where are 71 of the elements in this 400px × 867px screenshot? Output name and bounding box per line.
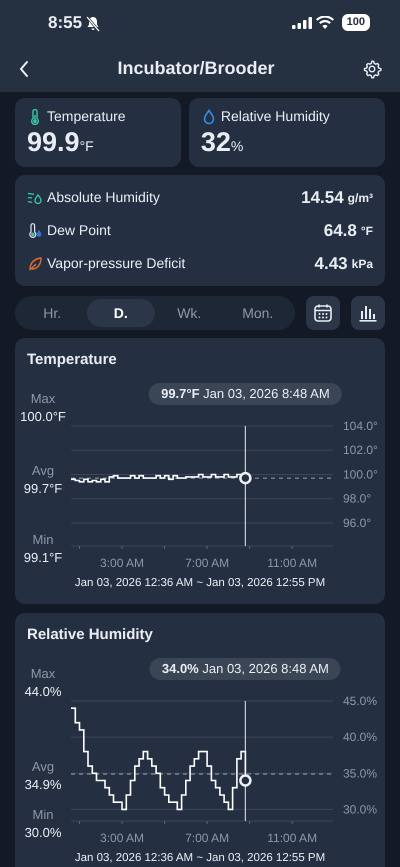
battery-indicator: 100 [342,14,370,31]
stat-label: Avg [32,463,54,478]
stat-value: 34.9% [24,777,62,792]
y-axis-label: 104.0° [343,419,378,433]
x-axis-label: 3:00 AM [100,831,144,845]
y-axis-label: 98.0° [343,492,372,506]
stat-label: Min [32,807,54,822]
bar-chart-icon [358,303,378,323]
stat-value: 100.0°F [20,409,66,424]
metric-value: 64.8 [324,220,357,242]
period-tab[interactable]: Hr. [18,299,86,327]
y-axis-label: 30.0% [343,802,378,816]
chart-title: Temperature [26,350,118,370]
bar-chart-button[interactable] [351,296,385,330]
stat-label: Min [32,532,54,547]
leaf-icon [27,256,43,272]
metric-label: Vapor-pressure Deficit [47,254,186,273]
metric-label: Dew Point [47,221,111,240]
chart-title: Relative Humidity [26,625,154,645]
x-axis-label: 11:00 AM [267,831,318,845]
y-axis-label: 40.0% [343,730,378,744]
cursor-marker [239,774,252,787]
metric-unit: kPa [352,256,373,272]
stat-value: 30.0% [24,825,62,840]
metric-label: Absolute Humidity [47,188,160,207]
screen-title: Incubator/Brooder [116,57,276,80]
signal-icon [292,16,312,28]
metric-unit: % [230,137,244,156]
stat-value: 99.1°F [24,550,62,565]
back-button[interactable] [18,60,30,78]
value-tooltip: 34.0% Jan 03, 2026 8:48 AM [150,658,341,680]
calendar-icon [313,303,333,323]
x-axis-label: 7:00 AM [185,831,230,845]
metric-label: Temperature [47,107,126,126]
thermometer-droplet-icon [27,222,43,238]
x-axis-label: 7:00 AM [185,556,230,570]
value-tooltip: 99.7°F Jan 03, 2026 8:48 AM [149,383,342,405]
droplet-icon [200,108,217,124]
metric-value: 14.54 [301,186,344,209]
stat-label: Max [30,391,56,406]
period-tab[interactable]: Wk. [155,299,224,327]
y-axis-label: 45.0% [343,694,378,708]
stat-value: 44.0% [24,684,62,699]
gear-icon [362,58,382,78]
period-tab[interactable]: D. [86,299,155,327]
chevron-left-icon [18,60,30,78]
y-axis-label: 35.0% [343,766,378,780]
metric-unit: °F [80,137,94,156]
metric-value: 32 [200,127,231,157]
metric-unit: g/m³ [348,190,373,206]
y-axis-label: 100.0° [343,467,378,482]
x-axis-label: 3:00 AM [100,556,144,570]
stat-value: 99.7°F [24,481,62,496]
calendar-button[interactable] [306,296,340,330]
metric-value: 4.43 [314,252,348,275]
cursor-marker [239,472,252,484]
date-range: Jan 03, 2026 12:36 AM ~ Jan 03, 2026 12:55 PM [74,576,326,591]
settings-button[interactable] [362,58,382,78]
metric-unit: °F [360,222,373,240]
stat-label: Avg [32,759,54,774]
status-time: 8:55 [48,12,82,34]
bell-slash-icon [86,16,100,32]
y-axis-label: 102.0° [343,443,378,458]
metric-label: Relative Humidity [220,107,330,126]
date-range: Jan 03, 2026 12:36 AM ~ Jan 03, 2026 12:55 PM [74,851,326,866]
stat-label: Max [30,666,56,681]
period-tab[interactable]: Mon. [224,299,292,327]
wifi-icon [316,16,334,29]
x-axis-label: 11:00 AM [267,556,318,570]
metric-value: 99.9 [27,127,80,157]
y-axis-label: 96.0° [343,516,372,530]
